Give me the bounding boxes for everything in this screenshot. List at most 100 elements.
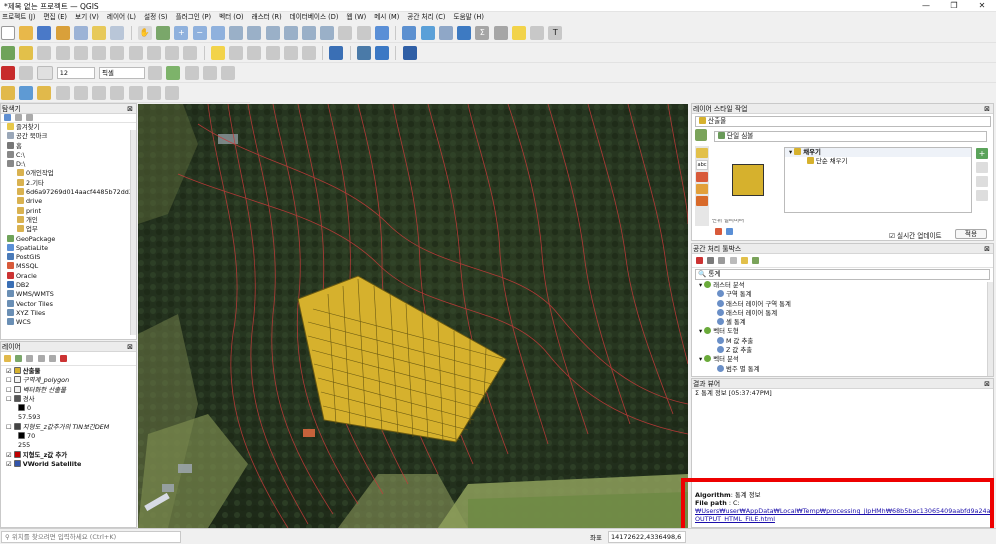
filter-icon[interactable] <box>26 355 34 362</box>
browser-item[interactable]: WMS/WMTS <box>3 290 136 299</box>
open-project-icon[interactable] <box>19 26 34 40</box>
layer-item[interactable]: ☐ 경사 <box>3 394 136 404</box>
cut-icon[interactable] <box>110 46 125 60</box>
layer-style-icon[interactable] <box>4 355 11 362</box>
stats-icon[interactable]: Σ <box>475 26 490 40</box>
toggle-editing-icon[interactable] <box>19 46 34 60</box>
expand-icon[interactable] <box>37 355 45 362</box>
select-features-icon[interactable] <box>148 66 163 80</box>
new-shapefile-icon[interactable] <box>92 86 107 100</box>
plugin-icon[interactable] <box>356 46 371 60</box>
browser-item[interactable]: DB2 <box>3 281 136 290</box>
size-input[interactable]: 12 <box>56 67 95 79</box>
pan-icon[interactable]: ✋ <box>137 26 152 40</box>
close-icon[interactable]: ⊠ <box>127 342 133 352</box>
toolbox-algorithm[interactable]: 래스터 레이어 구역 통계 <box>695 299 993 309</box>
annotation-icon[interactable] <box>511 26 526 40</box>
history-icon[interactable] <box>718 257 726 264</box>
layer-visibility-checkbox[interactable]: ☑ <box>6 451 14 459</box>
browser-item[interactable]: D:\ <box>3 160 136 169</box>
lock-symbol-icon[interactable] <box>976 176 988 187</box>
3d-tab-icon[interactable] <box>696 172 708 182</box>
map-tips-icon[interactable] <box>128 86 143 100</box>
undo-icon[interactable] <box>165 46 180 60</box>
zoom-in-icon[interactable]: + <box>174 26 189 40</box>
layer-item[interactable]: ☐ 구역계_polygon <box>3 376 136 385</box>
redo-icon[interactable] <box>183 46 198 60</box>
symbology-tab-icon[interactable] <box>696 148 708 158</box>
menu-item-0[interactable]: 프로젝트 (J) <box>0 12 35 23</box>
menu-item-11[interactable]: 공간 처리 (C) <box>405 12 445 23</box>
style-manager-icon[interactable] <box>110 26 125 40</box>
toolbox-group[interactable]: ▾ 벡터 도형 <box>695 327 993 336</box>
layer-item[interactable]: ☑ 산출물 <box>3 367 136 376</box>
map-canvas[interactable] <box>138 104 688 528</box>
move-up-icon[interactable] <box>976 190 988 201</box>
settings-icon[interactable] <box>530 26 545 40</box>
symbol-fill-row[interactable]: ▾ 채우기 <box>785 148 971 158</box>
browser-item[interactable]: print <box>3 206 136 216</box>
python-icon[interactable] <box>375 46 390 60</box>
collapse-icon[interactable] <box>48 355 56 362</box>
labels-tab-icon[interactable]: abc <box>696 160 708 170</box>
deselect-icon[interactable] <box>184 66 199 80</box>
browser-item[interactable]: 2.기타 <box>3 178 136 188</box>
toolbox-group[interactable]: ▾ 래스터 분석 <box>695 281 993 290</box>
layer-item[interactable]: ☐ 지형도_z값추가의 TIN보간DEM <box>3 422 136 432</box>
print-layout-icon[interactable] <box>73 26 88 40</box>
layer-select[interactable]: 산출물 <box>695 116 991 127</box>
browser-item[interactable]: 홈 <box>3 141 136 151</box>
simple-fill-row[interactable]: 단순 채우기 <box>785 157 971 166</box>
menu-item-10[interactable]: 메시 (M) <box>372 12 399 23</box>
menu-item-4[interactable]: 설정 (S) <box>142 12 168 23</box>
maximize-button[interactable]: ❐ <box>940 0 968 12</box>
snapping-icon[interactable] <box>1 66 15 80</box>
layer-item[interactable]: ☑ VWorld Satellite <box>3 459 136 469</box>
apply-button[interactable]: 적용 <box>955 229 987 239</box>
menu-item-5[interactable]: 플러그인 (P) <box>174 12 211 23</box>
menu-item-8[interactable]: 데이터베이스 (D) <box>288 12 339 23</box>
browser-item[interactable]: 개인 <box>3 215 136 225</box>
browser-scrollbar[interactable] <box>130 130 136 335</box>
layer-visibility-checkbox[interactable]: ☐ <box>6 423 14 431</box>
current-edits-icon[interactable] <box>1 46 15 60</box>
browser-item[interactable]: WCS <box>3 318 136 327</box>
toolbox-search[interactable]: 🔍 통계 <box>695 269 990 280</box>
add-delimited-icon[interactable] <box>37 86 52 100</box>
save-edits-icon[interactable] <box>37 46 52 60</box>
close-icon[interactable]: ⊠ <box>127 104 133 114</box>
zoom-selection-icon[interactable] <box>247 26 262 40</box>
browser-item[interactable]: GeoPackage <box>3 234 136 244</box>
browser-item[interactable]: XYZ Tiles <box>3 308 136 318</box>
layer-item[interactable]: ☐ 벡터화한 산출물 <box>3 385 136 395</box>
models-icon[interactable] <box>696 257 703 264</box>
layer-visibility-checkbox[interactable]: ☑ <box>6 367 14 375</box>
browser-item[interactable]: Vector Tiles <box>3 299 136 309</box>
minimize-button[interactable]: — <box>912 0 940 12</box>
zoom-layer-icon[interactable] <box>265 26 280 40</box>
toolbox-algorithm[interactable]: 범주 별 통계 <box>695 364 993 374</box>
result-entry[interactable]: Σ 통계 정보 [05:37:47PM] <box>692 389 993 398</box>
menu-item-12[interactable]: 도움말 (H) <box>452 12 484 23</box>
refresh-icon[interactable] <box>4 114 11 121</box>
browser-item[interactable]: MSSQL <box>3 262 136 271</box>
new-project-icon[interactable] <box>1 26 15 40</box>
add-raster-icon[interactable] <box>19 86 34 100</box>
browser-item[interactable]: PostGIS <box>3 253 136 262</box>
edit-in-place-icon[interactable] <box>740 257 748 264</box>
layout-manager-icon[interactable] <box>92 26 107 40</box>
delete-selected-icon[interactable] <box>92 46 107 60</box>
close-icon[interactable]: ⊠ <box>984 244 990 254</box>
refresh-icon[interactable] <box>374 26 389 40</box>
layer-item[interactable]: 0 <box>3 404 136 413</box>
toolbox-algorithm[interactable]: 래스터 레이어 통계 <box>695 308 993 318</box>
invert-selection-icon[interactable] <box>221 66 236 80</box>
label-change-icon[interactable] <box>301 46 316 60</box>
layer-item[interactable]: ☑ 지형도_z값 추가 <box>3 450 136 460</box>
layer-item[interactable]: 255 <box>3 441 136 450</box>
browser-item[interactable]: 6d6a97269d014aacf4485b72dd33 <box>3 188 136 197</box>
menu-item-2[interactable]: 보기 (V) <box>73 12 99 23</box>
browser-item[interactable]: drive <box>3 197 136 206</box>
add-group-icon[interactable] <box>15 355 23 362</box>
toolbox-algorithm[interactable]: M 값 추출 <box>695 336 993 346</box>
